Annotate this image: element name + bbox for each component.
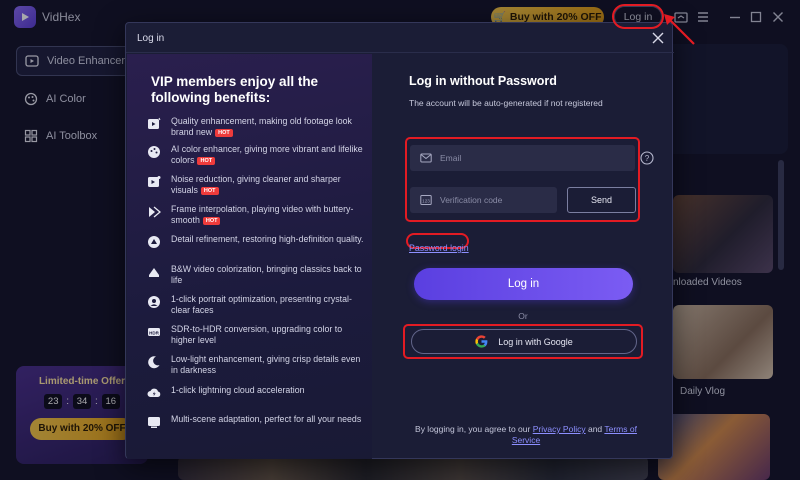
help-icon[interactable]: ? xyxy=(640,151,654,165)
benefits-title: VIP members enjoy all the following bene… xyxy=(151,74,319,105)
benefit-text: Noise reduction, giving cleaner and shar… xyxy=(171,174,341,195)
login-dialog: Log in VIP members enjoy all the followi… xyxy=(125,22,674,459)
benefit-text: B&W video colorization, bringing classic… xyxy=(171,264,362,285)
benefit-item: B&W video colorization, bringing classic… xyxy=(147,264,369,286)
benefits-panel: VIP members enjoy all the following bene… xyxy=(127,54,372,459)
benefit-item: Low-light enhancement, giving crisp deta… xyxy=(147,354,369,376)
hot-badge: HOT xyxy=(197,157,216,165)
hot-badge: HOT xyxy=(200,187,219,195)
benefit-text: 1-click portrait optimization, presentin… xyxy=(171,294,352,315)
google-icon xyxy=(475,335,488,348)
code-icon: 123 xyxy=(420,195,432,205)
portrait-icon xyxy=(148,296,160,308)
dialog-title: Log in xyxy=(137,33,165,44)
mail-icon xyxy=(420,153,432,163)
hdr-icon: HDR xyxy=(148,328,160,336)
benefit-text: Detail refinement, restoring high-defini… xyxy=(171,234,364,244)
benefit-item: Noise reduction, giving cleaner and shar… xyxy=(147,174,369,196)
email-placeholder: Email xyxy=(440,153,462,163)
multi-scene-icon xyxy=(148,417,160,428)
email-field[interactable]: Email xyxy=(410,145,635,171)
svg-text:123: 123 xyxy=(422,198,430,203)
benefit-item: 1-click portrait optimization, presentin… xyxy=(147,294,369,316)
dialog-header: Log in xyxy=(126,23,674,53)
hot-badge: HOT xyxy=(202,217,221,225)
svg-text:HDR: HDR xyxy=(149,330,159,335)
annotation-highlight xyxy=(612,4,664,29)
benefit-item: 1-click lightning cloud acceleration xyxy=(147,385,369,400)
palette-icon xyxy=(148,146,160,158)
password-login-link[interactable]: Password login xyxy=(409,243,469,253)
annotation-arrow-icon xyxy=(664,14,695,45)
terms-prefix: By logging in, you agree to our xyxy=(415,424,533,434)
form-subtitle: The account will be auto-generated if no… xyxy=(409,98,603,108)
benefit-text: Low-light enhancement, giving crisp deta… xyxy=(171,354,361,375)
benefit-item: Multi-scene adaptation, perfect for all … xyxy=(147,414,369,429)
hot-badge: HOT xyxy=(215,129,233,137)
privacy-policy-link[interactable]: Privacy Policy xyxy=(533,424,586,434)
terms-and: and xyxy=(585,424,605,434)
benefit-item: Quality enhancement, making old footage … xyxy=(147,116,369,138)
benefit-item: HDR SDR-to-HDR conversion, upgrading col… xyxy=(147,324,369,346)
benefit-text: Multi-scene adaptation, perfect for all … xyxy=(171,414,362,424)
cloud-icon xyxy=(147,388,161,397)
frame-interpolation-icon xyxy=(149,206,161,218)
moon-icon xyxy=(148,356,160,369)
benefit-item: Detail refinement, restoring high-defini… xyxy=(147,234,369,249)
google-login-button[interactable]: Log in with Google xyxy=(411,329,637,354)
quality-enhance-icon xyxy=(148,117,161,129)
noise-reduction-icon xyxy=(148,176,161,187)
send-code-button[interactable]: Send xyxy=(567,187,636,213)
form-title: Log in without Password xyxy=(409,74,557,88)
svg-text:?: ? xyxy=(645,154,650,163)
terms-text: By logging in, you agree to our Privacy … xyxy=(406,424,646,445)
login-form: Log in without Password The account will… xyxy=(372,54,674,459)
colorization-icon xyxy=(149,268,159,277)
benefit-text: 1-click lightning cloud acceleration xyxy=(171,385,305,395)
or-divider: Or xyxy=(518,311,528,321)
benefit-text: Quality enhancement, making old footage … xyxy=(171,116,352,137)
benefit-item: Frame interpolation, playing video with … xyxy=(147,204,369,226)
benefit-text: Frame interpolation, playing video with … xyxy=(171,204,354,225)
benefit-item: AI color enhancer, giving more vibrant a… xyxy=(147,144,369,166)
verification-code-placeholder: Verification code xyxy=(440,195,503,205)
login-button[interactable]: Log in xyxy=(414,268,633,300)
google-login-label: Log in with Google xyxy=(498,336,573,347)
verification-code-field[interactable]: 123 Verification code xyxy=(410,187,557,213)
detail-refine-icon xyxy=(148,236,160,248)
benefit-text: SDR-to-HDR conversion, upgrading color t… xyxy=(171,324,343,345)
